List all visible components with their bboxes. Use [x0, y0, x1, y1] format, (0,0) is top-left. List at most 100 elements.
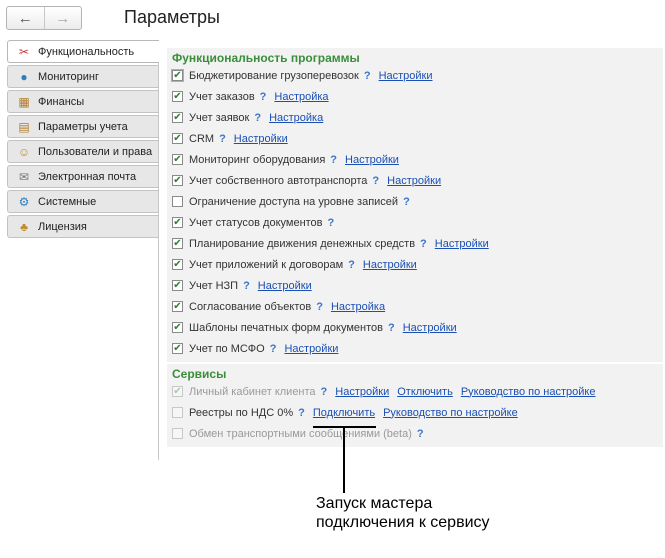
- feature-label: Учет заявок: [189, 111, 250, 124]
- gear-icon: ⚙: [18, 194, 30, 209]
- help-icon[interactable]: ?: [219, 133, 226, 145]
- service-row: ✔ Личный кабинет клиента ? Настройки Отк…: [172, 381, 658, 402]
- feature-settings-link[interactable]: Настройки: [387, 175, 441, 187]
- feature-label: Учет по МСФО: [189, 342, 265, 355]
- feature-checkbox[interactable]: ✔: [172, 238, 183, 249]
- finance-icon: ▦: [18, 94, 30, 109]
- tab-accounting-params[interactable]: ▤ Параметры учета: [7, 115, 158, 138]
- help-icon[interactable]: ?: [403, 196, 410, 208]
- features-group: Функциональность программы ✔ Бюджетирован…: [167, 48, 663, 362]
- tabs-divider: [158, 40, 159, 460]
- callout-line-2: подключения к сервису: [316, 514, 490, 531]
- users-icon: ☺: [17, 144, 31, 159]
- feature-settings-link[interactable]: Настройки: [379, 70, 433, 82]
- navigation-buttons: ← →: [6, 6, 82, 30]
- tab-finance[interactable]: ▦ Финансы: [7, 90, 158, 113]
- feature-settings-link[interactable]: Настройки: [234, 133, 288, 145]
- callout-line-1: Запуск мастера: [316, 495, 433, 512]
- feature-settings-link[interactable]: Настройка: [331, 301, 385, 313]
- services-group: Сервисы ✔ Личный кабинет клиента ? Настр…: [167, 364, 663, 447]
- feature-label: Шаблоны печатных форм документов: [189, 321, 383, 334]
- feature-row: ✔ CRM? Настройки: [172, 128, 658, 149]
- service-row: Реестры по НДС 0% ? Подключить Руководст…: [172, 402, 658, 423]
- tab-system[interactable]: ⚙ Системные: [7, 190, 158, 213]
- help-icon[interactable]: ?: [254, 112, 261, 124]
- help-icon[interactable]: ?: [321, 386, 328, 398]
- tab-users-rights[interactable]: ☺ Пользователи и права: [7, 140, 158, 163]
- callout-text: Запуск мастера подключения к сервису: [316, 494, 490, 532]
- setup-guide-link[interactable]: Руководство по настройке: [383, 407, 518, 419]
- feature-settings-link[interactable]: Настройка: [274, 91, 328, 103]
- feature-row: ✔ Учет заявок? Настройка: [172, 107, 658, 128]
- help-icon[interactable]: ?: [364, 70, 371, 82]
- feature-row: ✔ Планирование движения денежных средств?…: [172, 233, 658, 254]
- help-icon[interactable]: ?: [298, 407, 305, 419]
- feature-settings-link[interactable]: Настройка: [269, 112, 323, 124]
- back-button[interactable]: ←: [7, 7, 44, 29]
- feature-checkbox[interactable]: ✔: [172, 259, 183, 270]
- page-title: Параметры: [124, 7, 220, 27]
- tab-email[interactable]: ✉ Электронная почта: [7, 165, 158, 188]
- tab-functionality[interactable]: ✂ Функциональность: [7, 40, 159, 63]
- tab-monitoring[interactable]: ● Мониторинг: [7, 65, 158, 88]
- arrow-right-icon: →: [55, 9, 71, 27]
- service-label: Обмен транспортными сообщениями (beta): [189, 427, 412, 440]
- setup-guide-link[interactable]: Руководство по настройке: [461, 386, 596, 398]
- feature-row: ✔ Учет НЗП? Настройки: [172, 275, 658, 296]
- tab-license[interactable]: ♣ Лицензия: [7, 215, 158, 238]
- feature-settings-link[interactable]: Настройки: [284, 343, 338, 355]
- feature-checkbox[interactable]: ✔: [172, 133, 183, 144]
- feature-row: ✔ Бюджетирование грузоперевозок? Настройки: [171, 65, 658, 86]
- help-icon[interactable]: ?: [420, 238, 427, 250]
- help-icon[interactable]: ?: [372, 175, 379, 187]
- service-checkbox[interactable]: [172, 407, 183, 418]
- service-label: Личный кабинет клиента: [189, 385, 316, 398]
- feature-settings-link[interactable]: Настройки: [258, 280, 312, 292]
- feature-row: ✔ Шаблоны печатных форм документов? Настро…: [172, 317, 658, 338]
- settings-link[interactable]: Настройки: [335, 386, 389, 398]
- envelope-icon: ✉: [18, 169, 30, 184]
- help-icon[interactable]: ?: [260, 91, 267, 103]
- feature-checkbox[interactable]: [172, 196, 183, 207]
- feature-checkbox[interactable]: ✔: [172, 301, 183, 312]
- feature-checkbox[interactable]: ✔: [172, 91, 183, 102]
- connect-link[interactable]: Подключить: [313, 407, 375, 419]
- services-title: Сервисы: [172, 367, 227, 381]
- help-icon[interactable]: ?: [270, 343, 277, 355]
- scissors-icon: ✂: [18, 44, 30, 59]
- feature-settings-link[interactable]: Настройки: [403, 322, 457, 334]
- arrow-left-icon: ←: [17, 9, 33, 27]
- help-icon[interactable]: ?: [328, 217, 335, 229]
- feature-settings-link[interactable]: Настройки: [345, 154, 399, 166]
- help-icon[interactable]: ?: [316, 301, 323, 313]
- service-row: Обмен транспортными сообщениями (beta) ?: [172, 423, 658, 444]
- feature-label: Учет собственного автотранспорта: [189, 174, 368, 187]
- feature-settings-link[interactable]: Настройки: [435, 238, 489, 250]
- help-icon[interactable]: ?: [417, 428, 424, 440]
- feature-label: Ограничение доступа на уровне записей: [189, 195, 399, 208]
- feature-row: ✔ Мониторинг оборудования? Настройки: [172, 149, 658, 170]
- feature-checkbox[interactable]: ✔: [171, 69, 184, 82]
- forward-button[interactable]: →: [43, 7, 82, 29]
- feature-settings-link[interactable]: Настройки: [363, 259, 417, 271]
- help-icon[interactable]: ?: [243, 280, 250, 292]
- feature-checkbox[interactable]: ✔: [172, 112, 183, 123]
- feature-checkbox[interactable]: ✔: [172, 343, 183, 354]
- disconnect-link[interactable]: Отключить: [397, 386, 453, 398]
- feature-checkbox[interactable]: ✔: [172, 175, 183, 186]
- feature-checkbox[interactable]: ✔: [172, 322, 183, 333]
- feature-label: Мониторинг оборудования: [189, 153, 326, 166]
- service-checkbox[interactable]: ✔: [172, 386, 183, 397]
- help-icon[interactable]: ?: [348, 259, 355, 271]
- feature-checkbox[interactable]: ✔: [172, 217, 183, 228]
- feature-row: ✔ Согласование объектов? Настройка: [172, 296, 658, 317]
- help-icon[interactable]: ?: [330, 154, 337, 166]
- feature-row: ✔ Учет по МСФО? Настройки: [172, 338, 658, 359]
- feature-row: Ограничение доступа на уровне записей?: [172, 191, 658, 212]
- feature-checkbox[interactable]: ✔: [172, 280, 183, 291]
- feature-checkbox[interactable]: ✔: [172, 154, 183, 165]
- globe-icon: ●: [20, 69, 28, 84]
- help-icon[interactable]: ?: [388, 322, 395, 334]
- features-title: Функциональность программы: [172, 51, 360, 65]
- feature-label: Учет приложений к договорам: [189, 258, 344, 271]
